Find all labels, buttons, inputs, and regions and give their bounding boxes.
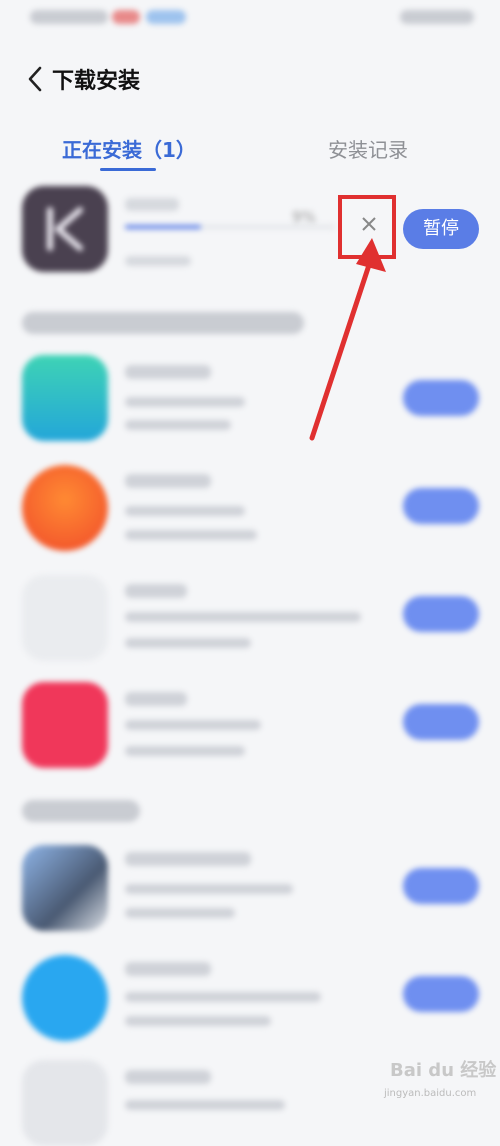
app-meta <box>125 1016 271 1026</box>
highlight-box <box>338 195 396 259</box>
app-name <box>125 584 187 598</box>
section-title <box>22 800 140 822</box>
app-icon <box>22 682 108 768</box>
tab-install-history[interactable]: 安装记录 <box>328 134 408 163</box>
status-notification-icon <box>146 10 186 24</box>
status-battery-icon <box>400 10 474 24</box>
app-desc <box>125 506 245 516</box>
app-logo-icon <box>47 207 83 251</box>
header: 下载安装 <box>0 50 500 110</box>
app-meta <box>125 638 251 648</box>
status-notification-icon <box>112 10 140 24</box>
status-bar <box>0 0 500 38</box>
install-button[interactable] <box>403 868 479 904</box>
app-icon <box>22 355 108 441</box>
app-meta <box>125 420 231 430</box>
tab-installing[interactable]: 正在安装（1） <box>62 134 196 163</box>
back-icon[interactable] <box>24 64 48 94</box>
install-progress-fill <box>125 225 201 229</box>
app-desc <box>125 992 321 1002</box>
app-icon <box>22 1060 108 1146</box>
watermark: Bai du 经验 jingyan.baidu.com <box>382 1048 500 1108</box>
install-button[interactable] <box>403 704 479 740</box>
app-icon <box>22 465 108 551</box>
app-name <box>125 1070 211 1084</box>
app-name <box>125 852 251 866</box>
section-title <box>22 312 304 334</box>
app-desc <box>125 1100 285 1110</box>
pause-button[interactable]: 暂停 <box>403 209 479 249</box>
install-button[interactable] <box>403 380 479 416</box>
app-desc <box>125 397 245 407</box>
app-icon <box>22 955 108 1041</box>
app-icon <box>22 845 108 931</box>
app-name <box>125 962 211 976</box>
app-name <box>125 474 211 488</box>
app-meta <box>125 908 235 918</box>
app-meta <box>125 530 257 540</box>
status-time <box>30 10 108 24</box>
install-button[interactable] <box>403 976 479 1012</box>
app-meta <box>125 746 245 756</box>
app-desc <box>125 884 293 894</box>
app-icon <box>22 575 108 661</box>
tab-underline <box>100 168 156 171</box>
watermark-logo: Bai du 经验 <box>390 1060 497 1081</box>
app-name <box>125 365 211 379</box>
page-title: 下载安装 <box>52 69 141 94</box>
app-icon <box>22 186 108 272</box>
app-desc <box>125 612 361 622</box>
install-button[interactable] <box>403 488 479 524</box>
app-status-text <box>125 256 191 266</box>
install-progress-percent: 9% <box>292 208 316 226</box>
tab-bar: 正在安装（1） 安装记录 <box>0 128 500 178</box>
watermark-url: jingyan.baidu.com <box>384 1088 477 1099</box>
app-desc <box>125 720 261 730</box>
app-name <box>125 198 179 211</box>
app-name <box>125 692 187 706</box>
install-button[interactable] <box>403 596 479 632</box>
